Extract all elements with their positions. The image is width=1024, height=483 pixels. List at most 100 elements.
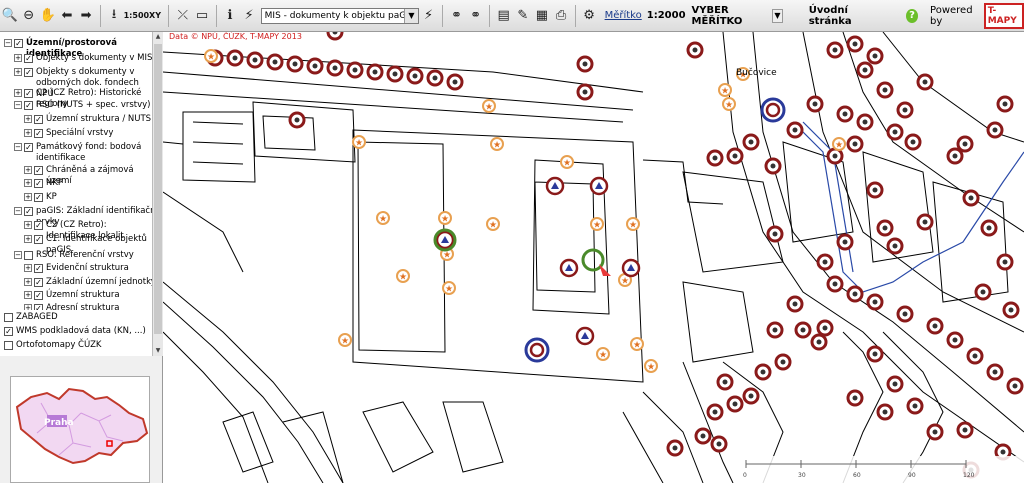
layer-tree-item[interactable]: + ✓ NKP [24, 178, 152, 189]
map-canvas[interactable]: ★ ★ ★ ★ ★ ★ ★ ★ ★ ★ ★ ★ ★ ★ ★ ★ ★ ★ ★ ★ ★ ★ Data © NPÚ, ČÚZK,… [163, 32, 1024, 483]
layer-checkbox[interactable]: ✓ [14, 39, 23, 48]
eraser-icon[interactable]: ▭ [193, 6, 210, 26]
layer-checkbox[interactable]: ✓ [4, 327, 13, 336]
overview-map[interactable]: Praha [10, 376, 150, 483]
monument-marker-dot [932, 429, 938, 435]
expand-icon[interactable]: + [24, 264, 32, 272]
collapse-icon[interactable]: − [14, 143, 22, 151]
map-markers[interactable]: ★★★★★ ★★★★★★★★ ★★★★★★★★★ [204, 32, 1024, 479]
layer-checkbox[interactable]: ✓ [34, 129, 43, 138]
layer-checkbox[interactable]: ✓ [24, 101, 33, 110]
scrollbar-thumb[interactable] [154, 44, 162, 334]
tmapy-logo[interactable]: T-MAPY [983, 2, 1024, 29]
chevron-down-icon[interactable]: ▼ [772, 8, 783, 23]
zoom-out-icon[interactable]: ⊖ [20, 6, 37, 26]
base-layer-item[interactable]: ✓ WMS podkladová data (KN, ...) [0, 324, 152, 338]
monument-marker-dot [962, 141, 968, 147]
monument-marker-dot [832, 153, 838, 159]
layer-checkbox[interactable]: ✓ [34, 166, 43, 175]
expand-icon[interactable]: + [24, 235, 32, 243]
layer-checkbox[interactable] [4, 313, 13, 322]
layer-tree-item[interactable]: + ✓ Územní struktura [24, 290, 152, 301]
layer-select[interactable]: MIS - dokumenty k objektu paGIS ▼ [260, 7, 419, 24]
layer-checkbox[interactable]: ✓ [34, 291, 43, 300]
zoom-in-icon[interactable]: 🔍 [1, 6, 18, 26]
monument-marker-dot [722, 379, 728, 385]
layer-checkbox[interactable]: ✓ [34, 193, 43, 202]
monument-marker-dot [312, 63, 318, 69]
layer-tree-item[interactable]: + ✓ Evidenční struktura [24, 263, 152, 274]
expand-icon[interactable]: + [14, 68, 22, 76]
pan-hand-icon[interactable]: ✋ [39, 6, 56, 26]
layer-checkbox[interactable]: ✓ [24, 89, 33, 98]
layer-checkbox[interactable]: ✓ [34, 179, 43, 188]
layer-checkbox[interactable]: ✓ [24, 54, 33, 63]
print-icon[interactable]: ⎙ [552, 6, 569, 26]
expand-icon[interactable]: + [24, 221, 32, 229]
layer-checkbox[interactable]: ✓ [34, 264, 43, 273]
expand-icon[interactable]: + [14, 89, 22, 97]
star-glyph: ★ [445, 285, 453, 295]
base-layer-item[interactable]: Ortofotomapy ČÚZK [0, 338, 152, 352]
monument-marker-dot [932, 323, 938, 329]
binoculars-search-icon[interactable]: ⚭ [467, 6, 484, 26]
layer-tree-item[interactable]: + ✓ Základní územní jednotky [24, 277, 152, 288]
scale-500-button[interactable]: 1:500 [124, 11, 149, 20]
expand-icon[interactable]: + [24, 291, 32, 299]
zoom-extent-icon[interactable]: ⭳ [105, 6, 122, 26]
measure-icon[interactable]: ⤫ [174, 6, 191, 26]
layer-tree-item[interactable]: − ✓ Památkový fond: bodová identifikace [14, 142, 152, 164]
layer-tree-item[interactable]: − ✓ RSO (NUTS + spec. vrstvy) [14, 100, 152, 111]
edit-icon[interactable]: ✎ [514, 6, 531, 26]
star-glyph: ★ [379, 215, 387, 225]
expand-icon[interactable]: + [24, 115, 32, 123]
expand-icon[interactable]: + [24, 278, 32, 286]
layer-tree-item[interactable]: − RSO: Referenční vrstvy [14, 250, 152, 261]
monument-marker-dot [716, 441, 722, 447]
binoculars-icon[interactable]: ⚭ [448, 6, 465, 26]
star-glyph: ★ [489, 221, 497, 231]
layer-tree-label: RSO (NUTS + spec. vrstvy) [36, 100, 151, 110]
layer-checkbox[interactable]: ✓ [34, 235, 43, 244]
layer-checkbox[interactable]: ✓ [24, 143, 33, 152]
expand-icon[interactable]: + [14, 54, 22, 62]
chevron-down-icon[interactable]: ▼ [404, 8, 418, 23]
base-layer-item[interactable]: ZABAGED [0, 310, 152, 324]
expand-icon[interactable]: + [24, 193, 32, 201]
lightning-icon[interactable]: ⚡ [241, 6, 258, 26]
collapse-icon[interactable]: − [14, 207, 22, 215]
settings-icon[interactable]: ⚙ [580, 6, 597, 26]
layer-tree-item[interactable]: + ✓ KP [24, 192, 152, 203]
export-icon[interactable]: ▦ [533, 6, 550, 26]
collapse-icon[interactable]: − [14, 101, 22, 109]
layer-tree-item[interactable]: + ✓ Speciální vrstvy [24, 128, 152, 139]
expand-icon[interactable]: + [24, 129, 32, 137]
scale-label-link[interactable]: Měřítko [605, 10, 642, 21]
layer-checkbox[interactable] [24, 251, 33, 260]
help-icon[interactable]: ? [906, 8, 919, 23]
collapse-icon[interactable]: − [4, 39, 12, 47]
layer-checkbox[interactable]: ✓ [34, 115, 43, 124]
home-link[interactable]: Úvodní stránka [809, 5, 882, 27]
layer-checkbox[interactable]: ✓ [34, 278, 43, 287]
info-icon[interactable]: ℹ [221, 6, 238, 26]
layer-checkbox[interactable]: ✓ [34, 221, 43, 230]
monument-marker-dot [232, 55, 238, 61]
scroll-down-icon[interactable]: ▼ [153, 346, 163, 356]
forward-arrow-icon[interactable]: ➡ [78, 6, 95, 26]
expand-icon[interactable]: + [24, 179, 32, 187]
query-run-icon[interactable]: ⚡ [420, 6, 437, 26]
layer-checkbox[interactable]: ✓ [24, 68, 33, 77]
expand-icon[interactable]: + [24, 166, 32, 174]
layer-checkbox[interactable]: ✓ [24, 207, 33, 216]
scroll-up-icon[interactable]: ▲ [153, 32, 163, 42]
layer-tree-item[interactable]: + ✓ Objekty s dokumenty v MIS [14, 53, 152, 64]
collapse-icon[interactable]: − [14, 251, 22, 259]
scale-select[interactable]: VYBER MĚŘÍTKO ▼ [692, 5, 783, 27]
layer-checkbox[interactable] [4, 341, 13, 350]
coordinates-button[interactable]: XY [146, 11, 165, 20]
back-arrow-icon[interactable]: ⬅ [58, 6, 75, 26]
layer-tree-scrollbar[interactable]: ▲ ▼ [152, 32, 163, 356]
legend-icon[interactable]: ▤ [495, 6, 512, 26]
layer-tree-item[interactable]: + ✓ Územní struktura / NUTS [24, 114, 152, 125]
